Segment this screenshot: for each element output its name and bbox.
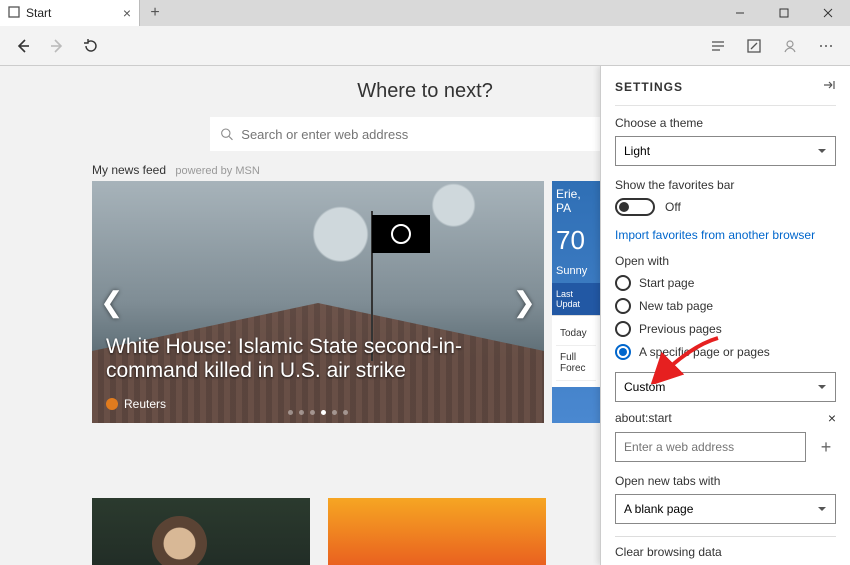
browser-tab[interactable]: Start ×: [0, 0, 140, 26]
search-input[interactable]: [241, 127, 630, 142]
open-with-specific-radio[interactable]: A specific page or pages: [615, 344, 836, 360]
favorites-bar-label: Show the favorites bar: [615, 178, 836, 192]
radio-label: Previous pages: [639, 322, 722, 336]
carousel-prev-icon[interactable]: ❮: [100, 286, 123, 319]
radio-icon: [615, 321, 631, 337]
specific-page-select[interactable]: Custom: [615, 372, 836, 402]
flag-icon: [372, 215, 430, 253]
divider: [615, 536, 836, 537]
toggle-icon: [615, 198, 655, 216]
story-source: Reuters: [106, 397, 166, 411]
remove-page-icon[interactable]: ×: [828, 410, 836, 426]
carousel-dots: [288, 410, 348, 415]
search-icon: [220, 127, 233, 141]
feed-label-text: My news feed: [92, 163, 166, 177]
settings-panel: SETTINGS Choose a theme Light Show the f…: [600, 66, 850, 565]
radio-icon: [615, 275, 631, 291]
source-name: Reuters: [124, 397, 166, 411]
weather-updated: Last Updat: [552, 283, 600, 315]
new-tab-button[interactable]: +: [140, 0, 170, 26]
toolbar: [0, 26, 850, 66]
story-thumbnails: [92, 498, 546, 565]
search-box[interactable]: [210, 117, 640, 151]
theme-select[interactable]: Light: [615, 136, 836, 166]
weather-today-link[interactable]: Today: [556, 322, 596, 346]
weather-location: Erie, PA: [552, 181, 600, 221]
add-page-input[interactable]: [615, 432, 806, 462]
minimize-button[interactable]: [718, 0, 762, 26]
feed-sublabel: powered by MSN: [175, 165, 259, 177]
favorites-bar-toggle[interactable]: Off: [615, 198, 836, 216]
import-favorites-link[interactable]: Import favorites from another browser: [615, 228, 815, 242]
clear-data-label: Clear browsing data: [615, 545, 836, 559]
page-content: Where to next? My news feed powered by M…: [0, 66, 850, 565]
source-logo-icon: [106, 398, 118, 410]
settings-title: SETTINGS: [615, 80, 683, 94]
weather-temp: 70: [552, 221, 600, 259]
weather-card[interactable]: Erie, PA 70 Sunny Last Updat Today Full …: [552, 181, 600, 423]
story-headline: White House: Islamic State second-in-com…: [106, 335, 530, 383]
weather-links: Today Full Forec: [552, 315, 600, 387]
new-tabs-label: Open new tabs with: [615, 474, 836, 488]
tab-favicon-icon: [8, 6, 20, 21]
maximize-button[interactable]: [762, 0, 806, 26]
tab-title: Start: [26, 6, 117, 20]
page-entry-text: about:start: [615, 411, 818, 425]
more-button[interactable]: [808, 28, 844, 64]
theme-label: Choose a theme: [615, 116, 836, 130]
reading-view-button[interactable]: [700, 28, 736, 64]
titlebar: Start × +: [0, 0, 850, 26]
top-story-card[interactable]: ❮ ❯ White House: Islamic State second-in…: [92, 181, 544, 423]
weather-condition: Sunny: [552, 259, 600, 283]
tab-close-icon[interactable]: ×: [123, 5, 131, 21]
open-with-newtab-radio[interactable]: New tab page: [615, 298, 836, 314]
toggle-state-text: Off: [665, 200, 681, 214]
radio-icon: [615, 298, 631, 314]
radio-label: A specific page or pages: [639, 345, 770, 359]
add-page-icon[interactable]: +: [816, 437, 836, 458]
refresh-button[interactable]: [74, 29, 108, 63]
new-tabs-select[interactable]: A blank page: [615, 494, 836, 524]
share-button[interactable]: [772, 28, 808, 64]
back-button[interactable]: [6, 29, 40, 63]
pin-icon[interactable]: [822, 78, 836, 95]
story-thumbnail[interactable]: [328, 498, 546, 565]
web-note-button[interactable]: [736, 28, 772, 64]
open-with-start-radio[interactable]: Start page: [615, 275, 836, 291]
open-with-previous-radio[interactable]: Previous pages: [615, 321, 836, 337]
close-window-button[interactable]: [806, 0, 850, 26]
carousel-next-icon[interactable]: ❯: [513, 286, 536, 319]
radio-label: Start page: [639, 276, 694, 290]
forward-button[interactable]: [40, 29, 74, 63]
radio-icon: [615, 344, 631, 360]
open-with-label: Open with: [615, 254, 836, 268]
story-thumbnail[interactable]: [92, 498, 310, 565]
weather-forecast-link[interactable]: Full Forec: [556, 346, 596, 381]
radio-label: New tab page: [639, 299, 713, 313]
